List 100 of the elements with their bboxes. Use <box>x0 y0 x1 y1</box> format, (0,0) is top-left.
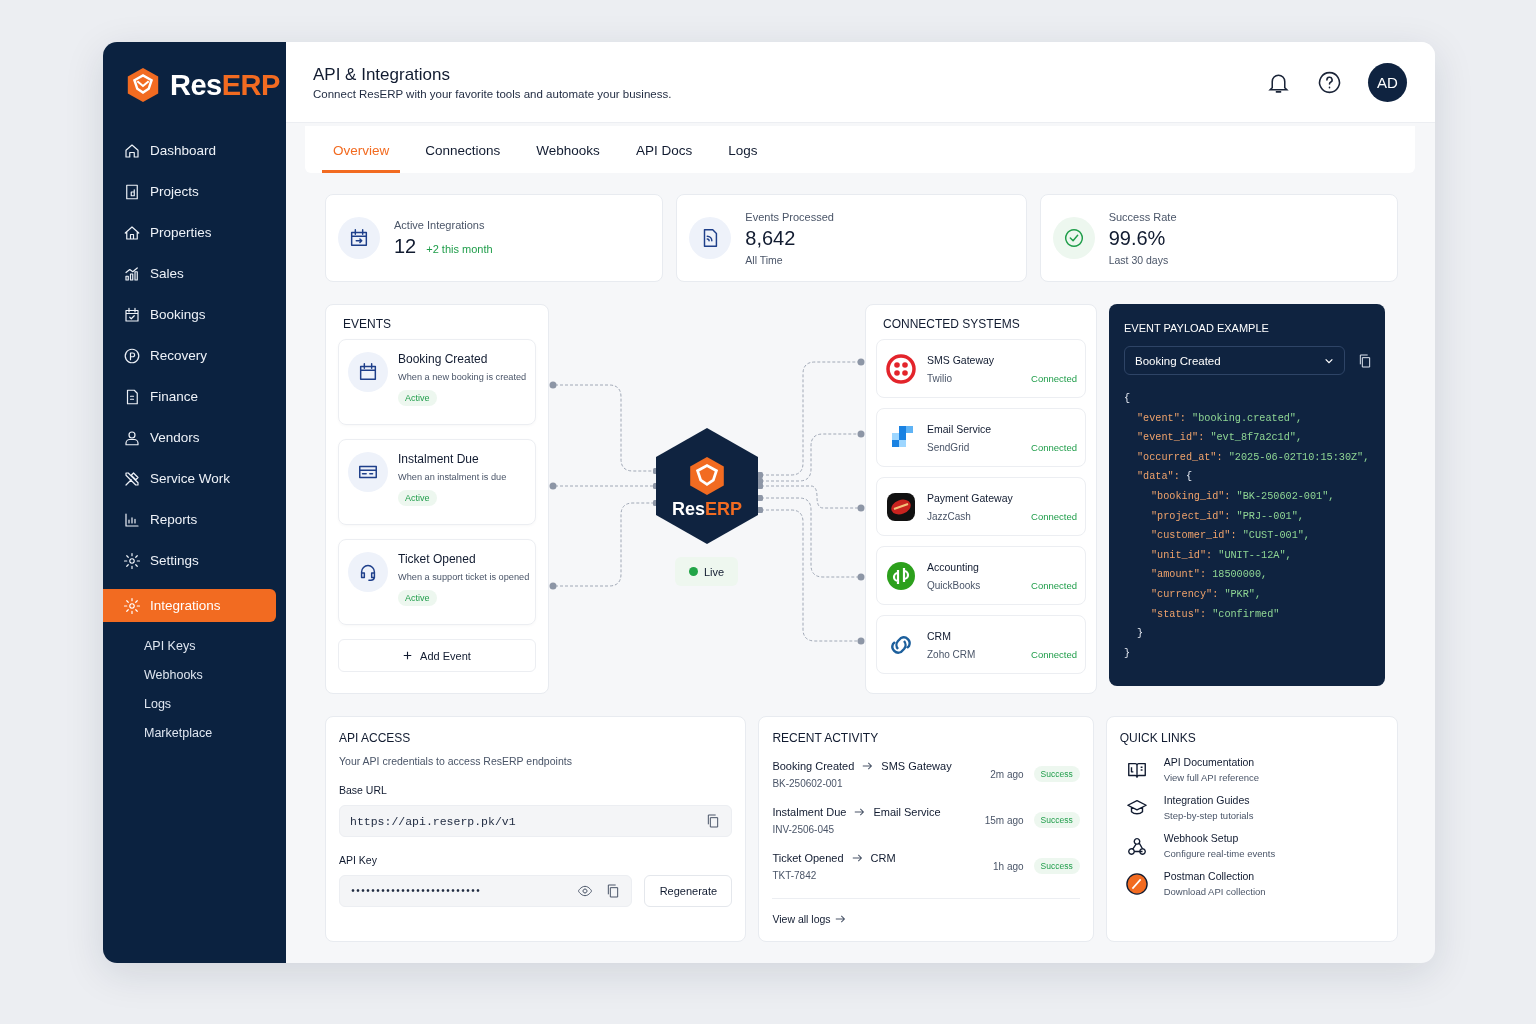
link-description: View full API reference <box>1163 772 1260 783</box>
link-description: Download API collection <box>1163 886 1266 897</box>
system-provider: JazzCash <box>927 510 972 522</box>
tab[interactable]: Connections <box>414 143 512 173</box>
code-line: } <box>1136 627 1144 642</box>
nav-item[interactable]: Recovery <box>103 339 276 372</box>
eye-icon[interactable] <box>577 883 594 899</box>
hub-label: ResERP <box>671 498 742 520</box>
tab[interactable]: Webhooks <box>525 143 611 173</box>
nav-item[interactable]: Settings <box>103 544 276 577</box>
help-icon[interactable] <box>1317 69 1342 95</box>
link-title: Webhook Setup <box>1163 832 1240 844</box>
event-card[interactable]: Ticket Opened When a support ticket is opened Active <box>338 539 536 625</box>
circle-p-icon <box>123 346 141 365</box>
stat-note: Last 30 days <box>1108 253 1170 266</box>
section-title: QUICK LINKS <box>1119 731 1197 745</box>
connection-status: Connected <box>1031 442 1077 453</box>
event-description: When a support ticket is opened <box>398 572 530 582</box>
code-line: } <box>1124 646 1131 661</box>
dark-badge-icon <box>887 492 915 521</box>
add-event-button[interactable]: Add Event <box>338 639 536 672</box>
nav-item[interactable]: Reports <box>103 503 276 536</box>
arrow-icon <box>862 761 874 770</box>
quick-link[interactable]: API Documentation View full API reference <box>1119 756 1384 783</box>
nav-subitem[interactable]: API Keys <box>144 632 286 661</box>
user-avatar[interactable]: AD <box>1368 62 1407 102</box>
system-name: Payment Gateway <box>927 491 1014 504</box>
event-name: Ticket Opened <box>772 851 844 864</box>
link-title: Postman Collection <box>1163 870 1256 882</box>
squares-icon <box>892 425 913 447</box>
system-name: Accounting <box>927 560 980 573</box>
copy-icon[interactable] <box>1357 352 1373 369</box>
event-dropdown[interactable]: Booking Created <box>1124 346 1345 375</box>
nav-item[interactable]: Finance <box>103 380 276 413</box>
reference-id: TKT-7842 <box>772 869 818 881</box>
nav-subitem[interactable]: Marketplace <box>144 719 286 748</box>
target-name: CRM <box>870 851 896 864</box>
nav-item[interactable]: Bookings <box>103 298 276 331</box>
section-title: RECENT ACTIVITY <box>772 731 880 745</box>
section-title: API ACCESS <box>339 731 412 745</box>
nav-item[interactable]: Sales <box>103 257 276 290</box>
page-title: API & Integrations <box>313 64 452 85</box>
code-line: "project_id": "PRJ-‑001", <box>1150 509 1304 524</box>
nav-item[interactable]: Dashboard <box>103 134 276 167</box>
link-description: Configure real-time events <box>1163 848 1276 859</box>
stat-label: Events Processed <box>745 210 834 223</box>
target-name: SMS Gateway <box>881 759 952 772</box>
page-subtitle: Connect ResERP with your favorite tools and automate your business. <box>313 87 672 100</box>
status-badge: Active <box>398 390 437 406</box>
stat-value: 99.6% <box>1108 226 1166 250</box>
tab[interactable]: Logs <box>717 143 769 173</box>
connection-status: Connected <box>1031 580 1077 591</box>
event-card[interactable]: Instalment Due When an instalment is due Active <box>338 439 536 525</box>
system-provider: Twilio <box>927 372 953 384</box>
event-name: Instalment Due <box>772 805 847 818</box>
system-card[interactable]: Email Service SendGrid Connected <box>876 408 1086 467</box>
chain-link-icon <box>891 635 911 654</box>
system-card[interactable]: Accounting QuickBooks Connected <box>876 546 1086 605</box>
system-card[interactable]: CRM Zoho CRM Connected <box>876 615 1086 674</box>
system-name: CRM <box>927 629 952 642</box>
arrow-icon <box>851 853 863 862</box>
link-title: API Documentation <box>1163 756 1256 768</box>
regenerate-button[interactable]: Regenerate <box>644 875 733 907</box>
nav-subitem[interactable]: Logs <box>144 690 286 719</box>
quick-link[interactable]: Integration Guides Step-by-step tutorials <box>1119 794 1384 821</box>
code-line: "occurred_at": "2025-06-02T10:15:30Z", <box>1136 450 1370 465</box>
quick-link[interactable]: Webhook Setup Configure real-time events <box>1119 832 1384 859</box>
event-card[interactable]: Booking Created When a new booking is created Active <box>338 339 536 425</box>
status-badge: Active <box>398 590 437 606</box>
event-title: Ticket Opened <box>398 552 477 566</box>
reference-id: BK-250602-001 <box>772 777 844 789</box>
event-title: Booking Created <box>398 352 489 366</box>
live-badge: Live <box>675 557 738 586</box>
arrow-icon <box>834 915 846 923</box>
tab[interactable]: API Docs <box>624 143 704 173</box>
field-label: Base URL <box>339 784 388 796</box>
system-card[interactable]: SMS Gateway Twilio Connected <box>876 339 1086 398</box>
round-logo-icon <box>887 561 915 590</box>
code-line: "event_id": "evt_8f7a2c1d", <box>1136 431 1303 446</box>
api-key-field[interactable]: •••••••••••••••••••••••••• <box>339 875 633 907</box>
stat-value: 8,642 <box>745 226 796 250</box>
status-badge: Active <box>398 490 437 506</box>
quick-link[interactable]: Postman Collection Download API collection <box>1119 870 1384 897</box>
view-all-logs-link[interactable]: View all logs <box>772 913 846 925</box>
target-name: Email Service <box>873 805 941 818</box>
section-title: CONNECTED SYSTEMS <box>882 317 1021 331</box>
nav-item[interactable]: Vendors <box>103 421 276 454</box>
event-title: Instalment Due <box>398 452 480 466</box>
round-badge-icon <box>1125 872 1148 895</box>
base-url-field[interactable]: https://api.reserp.pk/v1 <box>339 805 733 837</box>
person-icon <box>123 428 141 447</box>
nav-item[interactable]: Properties <box>103 216 276 249</box>
nav-subitem[interactable]: Webhooks <box>144 661 286 690</box>
nav-item[interactable]: Projects <box>103 175 276 208</box>
system-card[interactable]: Payment Gateway JazzCash Connected <box>876 477 1086 536</box>
arrow-icon <box>854 807 866 816</box>
reference-id: INV-2506-045 <box>772 823 836 835</box>
nav-item[interactable]: Service Work <box>103 462 276 495</box>
timestamp: 2m ago <box>990 768 1024 780</box>
section-title: EVENT PAYLOAD EXAMPLE <box>1124 322 1270 334</box>
